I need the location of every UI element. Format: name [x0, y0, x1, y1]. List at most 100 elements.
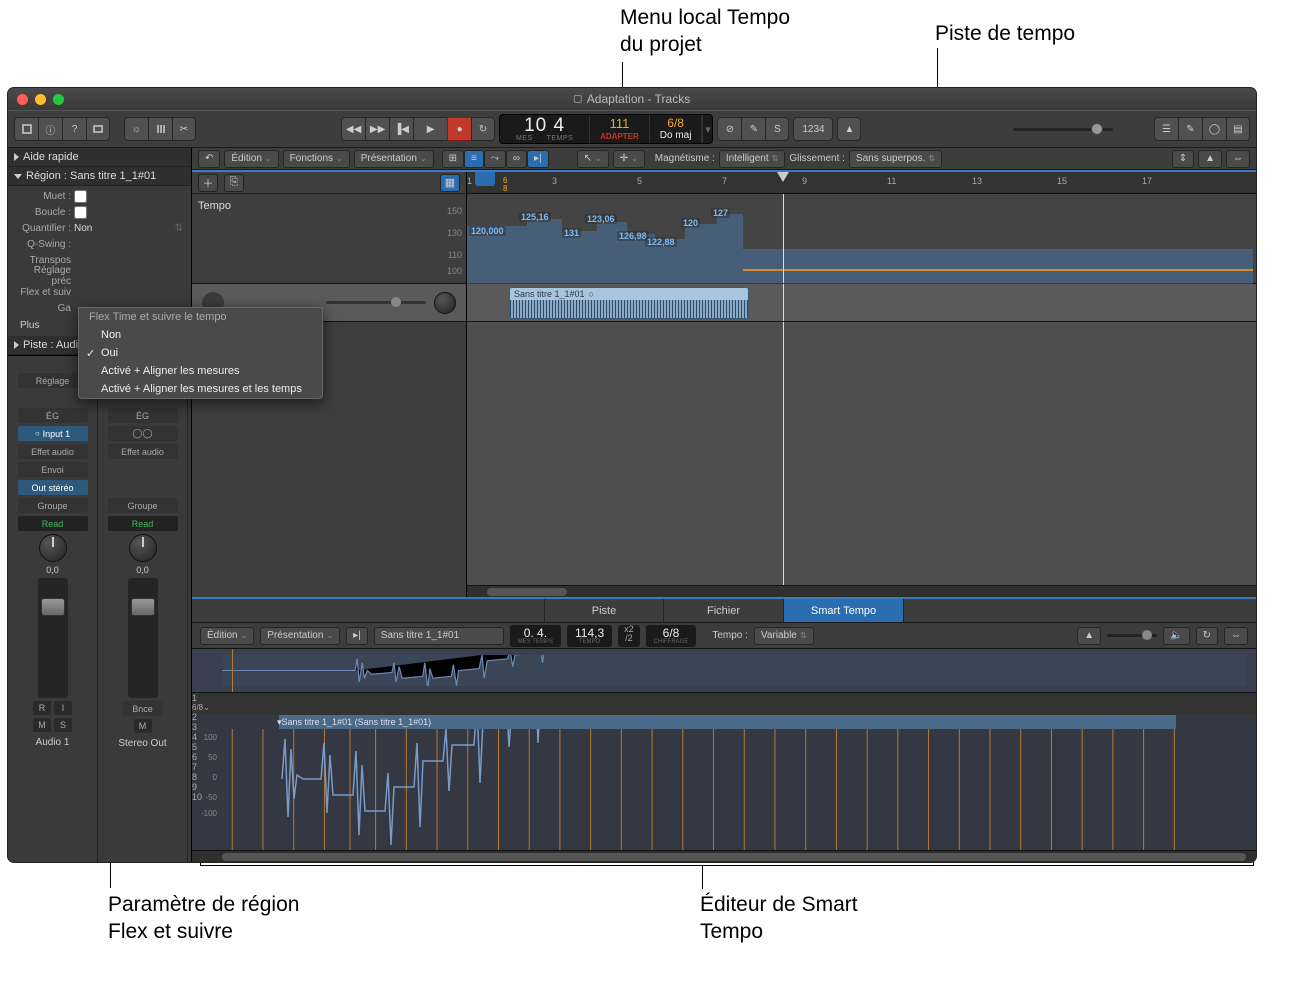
bounce-button[interactable]: Bnce — [123, 701, 163, 716]
vzoom-button[interactable]: ⇕ — [1172, 150, 1194, 168]
replace-button[interactable]: ⊘ — [717, 117, 741, 141]
tempo-point[interactable]: 127 — [711, 208, 730, 218]
project-tempo-menu[interactable]: 111 ADAPTER — [590, 115, 650, 143]
metronome-icon[interactable]: ▲ — [1077, 627, 1101, 645]
snap-menu[interactable]: Intelligent⇅ — [719, 150, 786, 168]
tab-smart-tempo[interactable]: Smart Tempo — [784, 599, 904, 622]
quick-help-button[interactable]: ? — [62, 117, 86, 141]
tab-fichier[interactable]: Fichier — [664, 599, 784, 622]
tempo-point[interactable]: 123,06 — [585, 214, 617, 224]
mute-button[interactable]: M — [134, 719, 152, 733]
chevron-updown-icon[interactable]: ⇅ — [175, 223, 183, 234]
audio-region[interactable]: Sans titre 1_1#01○ — [509, 287, 749, 319]
tempo-lane[interactable]: 120,000 125,16 131 123,06 126,98 122,88 … — [467, 194, 1256, 284]
group-slot[interactable]: Groupe — [108, 498, 178, 513]
pan-knob[interactable] — [39, 534, 67, 562]
editor-wave-area[interactable]: 1 6/8⌄ 2 3 4 5 6 7 8 9 10 ▾Sans — [192, 649, 1256, 862]
add-track-button[interactable]: ＋ — [198, 174, 218, 192]
dropdown-item[interactable]: Activé + Aligner les mesures et les temp… — [79, 380, 322, 398]
edit-menu[interactable]: Édition⌄ — [224, 150, 278, 168]
editor-position[interactable]: 0. 4. — [524, 627, 547, 639]
empty-area[interactable] — [467, 322, 1256, 585]
editor-file-field[interactable]: Sans titre 1_1#01 — [374, 627, 504, 645]
editor-overview[interactable] — [192, 649, 1256, 693]
dropdown-item[interactable]: Non — [79, 326, 322, 344]
more-disclosure[interactable]: Plus — [20, 320, 39, 331]
group-slot[interactable]: Groupe — [18, 498, 88, 513]
input-monitor-button[interactable]: R — [33, 701, 51, 715]
autopunch-button[interactable]: ✎ — [741, 117, 765, 141]
toolbar-toggle-button[interactable] — [86, 117, 110, 141]
automation-mode[interactable]: Read — [18, 516, 88, 531]
pointer-tool[interactable]: ↖⌄ — [577, 150, 609, 168]
track-volume-slider[interactable] — [326, 301, 426, 304]
tab-piste[interactable]: Piste — [544, 599, 664, 622]
catch-playhead-button[interactable]: ▦ — [440, 174, 460, 192]
catch-button[interactable]: ▸| — [527, 150, 549, 168]
flex-follow-dropdown[interactable]: Flex Time et suivre le tempo Non Oui Act… — [78, 307, 323, 399]
audio-lane[interactable]: Sans titre 1_1#01○ — [467, 284, 1256, 322]
lcd-menu-arrow[interactable]: ▾ — [702, 115, 712, 143]
tempo-point[interactable]: 126,98 — [617, 231, 649, 241]
horizontal-scrollbar[interactable] — [467, 585, 1256, 597]
tempo-point[interactable]: 122,88 — [645, 237, 677, 247]
volume-fader[interactable] — [128, 578, 158, 698]
library-button[interactable] — [14, 117, 38, 141]
loop-button[interactable]: ∞ — [506, 150, 527, 168]
drag-menu[interactable]: Sans superpos.⇅ — [849, 150, 942, 168]
audio-fx-slot[interactable]: Effet audio — [18, 444, 88, 459]
close-window-button[interactable] — [17, 94, 28, 105]
lcd-key[interactable]: Do maj — [660, 130, 692, 141]
loop-checkbox[interactable] — [74, 206, 87, 219]
volume-value[interactable]: 0,0 — [136, 565, 149, 575]
editor-volume-slider[interactable] — [1107, 634, 1157, 637]
eq-slot[interactable]: ÉG — [108, 408, 178, 423]
editor-view-menu[interactable]: Présentation⌄ — [260, 627, 340, 645]
tempo-mode-menu[interactable]: Variable⇅ — [754, 627, 814, 645]
input-slot[interactable]: ○Input 1 — [18, 426, 88, 441]
automation-button[interactable]: ≡ — [464, 150, 484, 168]
editor-scrollbar[interactable] — [192, 850, 1256, 862]
playhead[interactable] — [777, 172, 789, 182]
duplicate-track-button[interactable]: ⎘ — [224, 174, 244, 192]
functions-menu[interactable]: Fonctions⌄ — [283, 150, 350, 168]
tempo-point[interactable]: 120 — [681, 218, 700, 228]
region-inspector-header[interactable]: Région : Sans titre 1_1#01 — [8, 167, 191, 186]
smart-controls-button[interactable]: ☼ — [124, 117, 148, 141]
dropdown-item[interactable]: Activé + Aligner les mesures — [79, 362, 322, 380]
editor-region-header[interactable]: ▾Sans titre 1_1#01 (Sans titre 1_1#01) — [279, 715, 1176, 729]
editor-edit-menu[interactable]: Édition⌄ — [200, 627, 254, 645]
editor-ruler[interactable]: 1 6/8⌄ 2 3 4 5 6 7 8 9 10 — [192, 693, 1256, 715]
forward-button[interactable]: ▶▶ — [365, 117, 389, 141]
eq-slot[interactable]: ÉG — [18, 408, 88, 423]
hzoom-icon[interactable]: ⇔ — [1224, 627, 1248, 645]
editor-tempo[interactable]: 114,3 — [575, 627, 604, 639]
solo-button[interactable]: S — [765, 117, 789, 141]
undo-history-button[interactable]: ↶ — [198, 150, 220, 168]
list-editors-button[interactable]: ☰ — [1154, 117, 1178, 141]
lcd-signature[interactable]: 6/8 — [667, 117, 684, 130]
browser-button[interactable]: ▤ — [1226, 117, 1250, 141]
lcd-position[interactable]: 10 4 — [524, 116, 565, 135]
view-menu[interactable]: Présentation⌄ — [354, 150, 434, 168]
cycle-locator[interactable] — [475, 172, 495, 186]
editor-signature[interactable]: 6/8 — [663, 627, 680, 639]
loops-button[interactable]: ◯ — [1202, 117, 1226, 141]
metronome-button[interactable]: ▲ — [837, 117, 861, 141]
automation-mode[interactable]: Read — [108, 516, 178, 531]
minimize-window-button[interactable] — [35, 94, 46, 105]
quick-help-header[interactable]: Aide rapide — [8, 148, 191, 167]
arrange-area[interactable]: 1 6 8 3 5 7 9 11 13 15 17 — [467, 172, 1256, 597]
send-slot[interactable]: Envoi — [18, 462, 88, 477]
tempo-point[interactable]: 125,16 — [519, 212, 551, 222]
mixer-button[interactable] — [148, 117, 172, 141]
editor-catch-button[interactable]: ▸| — [346, 627, 368, 645]
audio-fx-slot[interactable]: Effet audio — [108, 444, 178, 459]
count-in-button[interactable]: 1234 — [793, 117, 833, 141]
record-button[interactable]: ● — [447, 117, 471, 141]
tempo-point[interactable]: 131 — [562, 228, 581, 238]
mute-button[interactable]: M — [33, 718, 51, 732]
tempo-multiply[interactable]: x2/2 — [618, 625, 640, 647]
editor-main-wave[interactable]: ▾Sans titre 1_1#01 (Sans titre 1_1#01) 1… — [192, 715, 1256, 850]
tempo-track-header[interactable]: Tempo 150 130 110 100 — [192, 194, 466, 284]
